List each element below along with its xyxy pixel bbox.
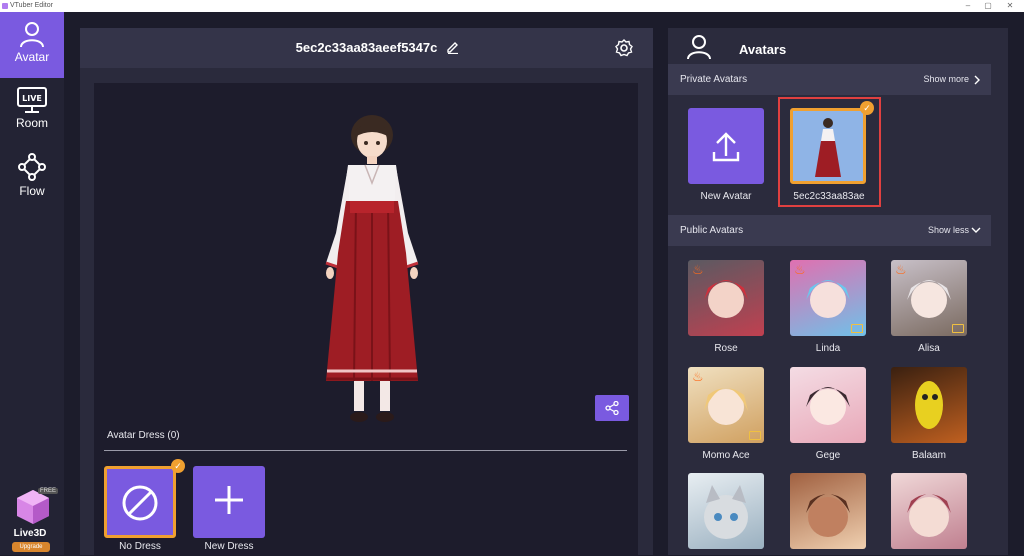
upload-icon <box>712 132 740 162</box>
sidebar-item-label: Flow <box>19 184 45 198</box>
live-monitor-icon: LIVE <box>17 87 47 113</box>
plus-icon <box>215 486 243 514</box>
editor-header: 5ec2c33aa83aeef5347c <box>80 28 653 68</box>
private-avatars-bar: Private Avatars Show more <box>668 64 991 95</box>
selected-check-icon: ✓ <box>171 459 185 473</box>
share-button[interactable] <box>595 395 629 421</box>
sidebar-item-room[interactable]: LIVE Room <box>0 78 64 144</box>
new-avatar-label: New Avatar <box>700 191 752 202</box>
public-avatar-tile-gege[interactable] <box>790 367 866 443</box>
selected-check-icon: ✓ <box>860 101 874 115</box>
public-avatar-tile[interactable] <box>688 473 764 549</box>
public-avatar-label: Alisa <box>918 343 940 354</box>
public-avatar-label: Momo Ace <box>702 450 750 461</box>
share-icon <box>605 401 619 415</box>
avatar-thumbnail <box>915 381 943 429</box>
user-icon <box>20 22 44 48</box>
svg-text:LIVE: LIVE <box>22 94 42 103</box>
avatars-panel: Avatars Private Avatars Show more New Av… <box>668 28 1008 555</box>
public-avatar-tile-linda[interactable]: ♨ <box>790 260 866 336</box>
free-badge: FREE <box>38 488 59 494</box>
hot-fire-icon: ♨ <box>895 262 907 277</box>
premium-crown-icon <box>952 324 964 333</box>
private-avatar-tile[interactable] <box>790 108 866 184</box>
avatar-thumbnail <box>806 494 850 537</box>
avatar-3d-model[interactable] <box>310 113 434 433</box>
section-title: Public Avatars <box>680 225 744 236</box>
settings-gear-icon[interactable] <box>614 38 634 58</box>
public-avatar-tile-balaam[interactable] <box>891 367 967 443</box>
panel-title: Avatars <box>739 42 787 57</box>
public-avatars-bar: Public Avatars Show less <box>668 215 991 246</box>
upgrade-button[interactable]: Upgrade <box>12 542 50 552</box>
dress-card-new-dress[interactable] <box>193 466 265 538</box>
divider <box>104 450 627 451</box>
sidebar-nav: Avatar LIVE Room Flow FREE Live3D Upgrad… <box>0 12 64 555</box>
maximize-button[interactable]: ▢ <box>978 0 998 12</box>
avatar-editor-panel: 5ec2c33aa83aeef5347c Avatar Dress (0) ✓ … <box>80 28 653 555</box>
hot-fire-icon: ♨ <box>794 262 806 277</box>
dress-label: No Dress <box>119 541 161 552</box>
public-avatar-label: Linda <box>815 343 841 354</box>
hot-fire-icon: ♨ <box>692 369 704 384</box>
premium-crown-icon <box>851 324 863 333</box>
edit-pencil-icon[interactable] <box>446 40 460 54</box>
public-avatar-label: Balaam <box>912 450 946 461</box>
show-more-link[interactable]: Show more <box>923 64 969 95</box>
show-less-link[interactable]: Show less <box>928 215 969 246</box>
hot-fire-icon: ♨ <box>692 262 704 277</box>
public-avatar-tile-rose[interactable]: ♨ <box>688 260 764 336</box>
public-avatar-tile-momo-ace[interactable]: ♨ <box>688 367 764 443</box>
avatar-thumbnail <box>806 387 850 425</box>
sidebar-item-flow[interactable]: Flow <box>0 144 64 210</box>
no-dress-prohibited-icon <box>122 485 158 521</box>
private-avatar-label: 5ec2c33aa83ae <box>793 191 865 202</box>
minimize-button[interactable]: – <box>958 0 978 12</box>
sidebar-item-avatar[interactable]: Avatar <box>0 12 64 78</box>
brand-name: Live3D <box>13 528 47 539</box>
window-titlebar: VTuber Editor – ▢ ✕ <box>0 0 1024 12</box>
chevron-right-icon[interactable] <box>973 75 981 85</box>
dress-card-no-dress[interactable] <box>104 466 176 538</box>
public-avatar-tile[interactable] <box>790 473 866 549</box>
dress-label: New Dress <box>204 541 254 552</box>
live3d-brand[interactable]: FREE Live3D Upgrade <box>8 486 59 556</box>
user-icon <box>687 35 711 60</box>
flow-nodes-icon <box>18 153 46 181</box>
sidebar-item-label: Room <box>15 116 48 130</box>
avatar-thumbnail <box>815 118 841 177</box>
sidebar-item-label: Avatar <box>14 50 50 64</box>
avatar-thumbnail <box>704 485 748 539</box>
avatar-name-title: 5ec2c33aa83aeef5347c <box>295 40 438 55</box>
window-title: VTuber Editor <box>10 2 53 9</box>
avatar-dress-heading: Avatar Dress (0) <box>107 430 180 441</box>
app-logo-icon <box>2 3 8 9</box>
public-avatar-tile[interactable] <box>891 473 967 549</box>
public-avatar-label: Rose <box>714 343 738 354</box>
close-button[interactable]: ✕ <box>1000 0 1020 12</box>
chevron-down-icon[interactable] <box>971 226 981 234</box>
public-avatar-label: Gege <box>815 450 841 461</box>
avatar-thumbnail <box>907 494 951 537</box>
new-avatar-button[interactable] <box>688 108 764 184</box>
avatar-preview-stage[interactable]: Avatar Dress (0) ✓ No Dress New Dress <box>94 83 638 555</box>
section-title: Private Avatars <box>680 74 748 85</box>
premium-crown-icon <box>749 431 761 440</box>
public-avatar-tile-alisa[interactable]: ♨ <box>891 260 967 336</box>
